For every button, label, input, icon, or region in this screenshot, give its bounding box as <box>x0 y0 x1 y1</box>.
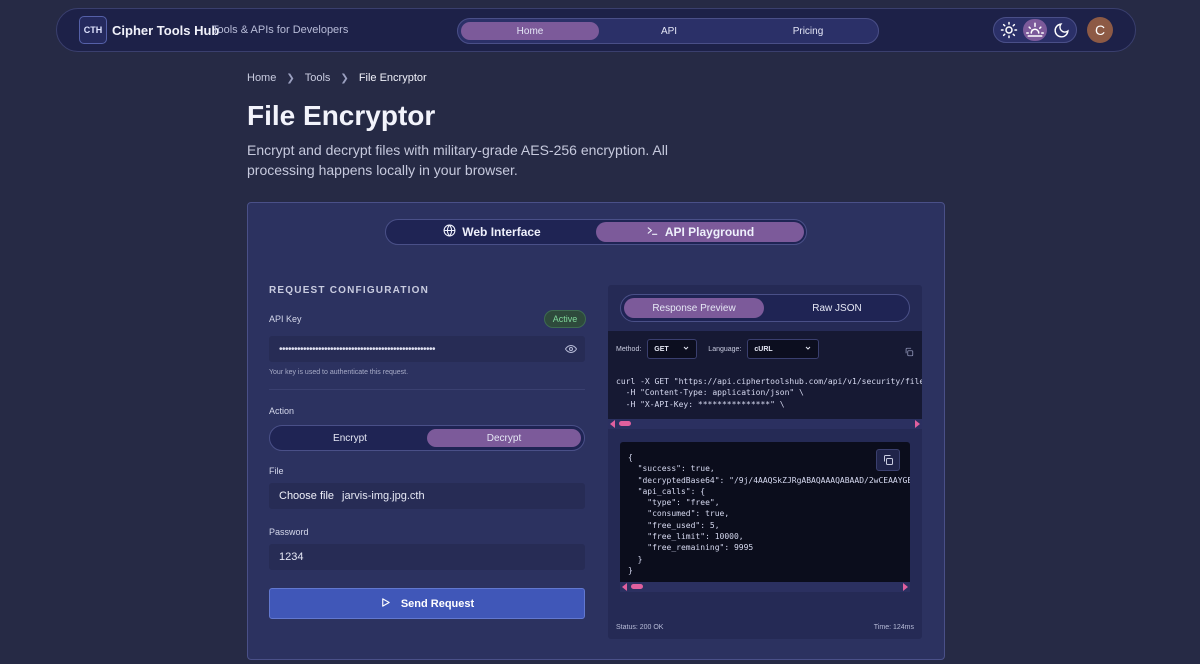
chevron-right-icon: ❯ <box>340 72 349 84</box>
file-input[interactable]: Choose file jarvis-img.jpg.cth <box>269 483 585 509</box>
password-value: 1234 <box>279 551 304 563</box>
chevron-down-icon <box>682 344 690 354</box>
api-key-field[interactable]: ••••••••••••••••••••••••••••••••••••••••… <box>269 336 585 362</box>
breadcrumb-home[interactable]: Home <box>247 72 276 84</box>
sunset-icon[interactable] <box>1023 19 1047 41</box>
send-request-button[interactable]: Send Request <box>269 588 585 619</box>
tab-response-preview[interactable]: Response Preview <box>624 298 764 318</box>
choose-file-button[interactable]: Choose file <box>279 490 334 502</box>
scroll-right-icon[interactable] <box>903 583 908 591</box>
copy-icon[interactable] <box>904 344 914 362</box>
brand-tagline: Tools & APIs for Developers <box>212 24 349 36</box>
moon-icon[interactable] <box>1049 19 1073 41</box>
api-key-hint: Your key is used to authenticate this re… <box>269 369 409 376</box>
nav-home[interactable]: Home <box>461 22 599 40</box>
action-label: Action <box>269 406 295 416</box>
language-select[interactable]: cURL <box>747 339 820 359</box>
scroll-left-icon[interactable] <box>622 583 627 591</box>
password-input[interactable]: 1234 <box>269 544 585 570</box>
tool-card: Web Interface API Playground REQUEST CON… <box>247 202 945 660</box>
response-code: { "success": true, "decryptedBase64": "/… <box>628 453 910 575</box>
method-label: Method: <box>616 345 642 353</box>
page-title: File Encryptor <box>247 100 436 131</box>
sun-icon[interactable] <box>997 19 1021 41</box>
copy-icon[interactable] <box>876 449 900 471</box>
status-text: Status: 200 OK <box>616 624 664 631</box>
decrypt-option[interactable]: Decrypt <box>427 429 581 447</box>
nav-api[interactable]: API <box>600 22 738 40</box>
play-icon <box>380 597 391 611</box>
nav-pricing[interactable]: Pricing <box>739 22 877 40</box>
file-name: jarvis-img.jpg.cth <box>342 490 425 502</box>
file-label: File <box>269 466 284 476</box>
tab-api-playground-label: API Playground <box>664 225 755 239</box>
status-bar: Status: 200 OK Time: 124ms <box>616 624 914 631</box>
scroll-left-icon[interactable] <box>610 420 615 428</box>
response-tabs: Response Preview Raw JSON <box>620 294 910 322</box>
top-header: CTH Cipher Tools Hub Tools & APIs for De… <box>56 8 1136 52</box>
scroll-thumb[interactable] <box>619 421 631 426</box>
password-label: Password <box>269 527 309 537</box>
response-code-block: { "success": true, "decryptedBase64": "/… <box>620 442 910 592</box>
user-avatar[interactable]: C <box>1087 17 1113 43</box>
language-value: cURL <box>754 345 773 353</box>
brand-name[interactable]: Cipher Tools Hub <box>112 23 219 38</box>
breadcrumb-tools[interactable]: Tools <box>305 72 331 84</box>
request-code-block: Method: GET Language: cURL curl -X GET "… <box>608 331 922 429</box>
horizontal-scrollbar[interactable] <box>620 582 910 592</box>
chevron-down-icon <box>804 344 812 354</box>
language-label: Language: <box>708 345 742 353</box>
mode-tabs: Web Interface API Playground <box>385 219 807 245</box>
logo[interactable]: CTH <box>79 16 107 44</box>
page-description: Encrypt and decrypt files with military-… <box>247 142 668 178</box>
api-key-label: API Key <box>269 314 302 324</box>
chevron-right-icon: ❯ <box>286 72 295 84</box>
breadcrumb-current: File Encryptor <box>358 72 427 84</box>
eye-icon[interactable] <box>564 343 578 358</box>
action-toggle: Encrypt Decrypt <box>269 425 585 451</box>
main-nav: Home API Pricing <box>457 18 879 44</box>
tab-api-playground[interactable]: API Playground <box>596 222 804 242</box>
breadcrumb: Home ❯ Tools ❯ File Encryptor <box>247 72 427 84</box>
tab-raw-json[interactable]: Raw JSON <box>767 298 907 318</box>
request-controls: Method: GET Language: cURL <box>616 339 820 359</box>
terminal-icon <box>646 224 659 240</box>
encrypt-option[interactable]: Encrypt <box>273 429 427 447</box>
tab-web-interface-label: Web Interface <box>462 225 541 239</box>
status-badge: Active <box>544 310 586 328</box>
response-time: Time: 124ms <box>873 624 914 631</box>
divider <box>269 389 585 390</box>
tab-web-interface[interactable]: Web Interface <box>388 222 596 242</box>
section-title: REQUEST CONFIGURATION <box>269 285 430 296</box>
scroll-right-icon[interactable] <box>915 420 920 428</box>
theme-switcher <box>993 17 1077 43</box>
horizontal-scrollbar[interactable] <box>608 419 922 429</box>
api-key-value: ••••••••••••••••••••••••••••••••••••••••… <box>279 343 436 355</box>
method-value: GET <box>654 345 669 353</box>
method-select[interactable]: GET <box>647 339 698 359</box>
scroll-thumb[interactable] <box>631 584 643 589</box>
send-request-label: Send Request <box>400 597 475 610</box>
request-code: curl -X GET "https://api.ciphertoolshub.… <box>616 377 922 409</box>
response-panel: Response Preview Raw JSON Method: GET La… <box>608 285 922 639</box>
globe-icon <box>443 224 456 240</box>
